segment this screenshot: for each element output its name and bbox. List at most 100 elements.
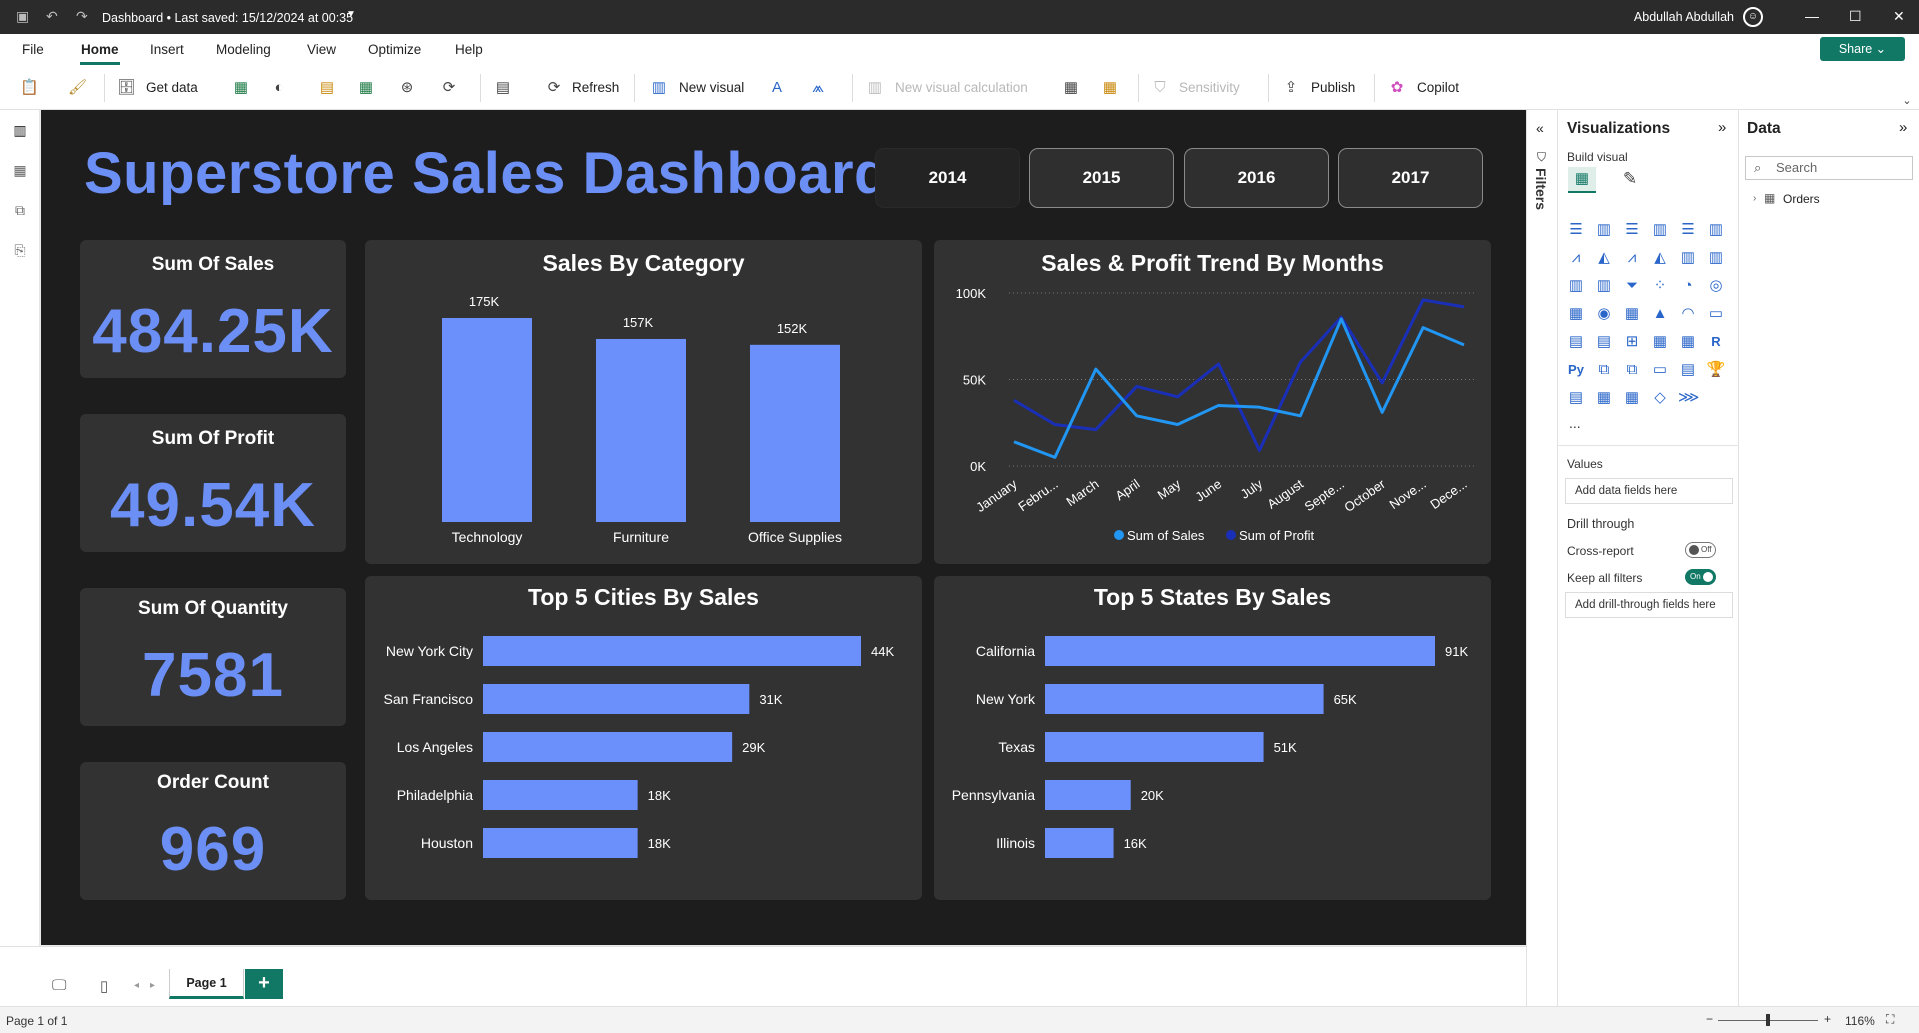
kpi-card-profit[interactable]: Sum Of Profit 49.54K (80, 414, 346, 552)
visual-type-icon[interactable]: ◉ (1594, 304, 1614, 324)
visual-type-icon[interactable]: ⧉ (1594, 360, 1614, 380)
top-cities-chart[interactable]: Top 5 Cities By Sales New York City 44K Sa… (365, 576, 922, 900)
year-slicer-2017[interactable]: 2017 (1338, 148, 1483, 208)
title-dropdown-icon[interactable]: ▼ (346, 9, 356, 20)
publish-icon[interactable]: ⇪ (1282, 79, 1300, 97)
zoom-slider-thumb[interactable] (1766, 1014, 1770, 1026)
visual-type-icon[interactable]: ◭ (1594, 248, 1614, 268)
maximize-icon[interactable]: ☐ (1849, 8, 1862, 25)
visual-type-icon[interactable]: 🏆 (1706, 360, 1726, 380)
visual-type-icon[interactable]: ☰ (1678, 220, 1698, 240)
visual-type-icon[interactable]: ⋙ (1678, 388, 1699, 408)
report-view-icon[interactable]: ▥ (10, 120, 30, 140)
values-field-well[interactable]: Add data fields here (1565, 478, 1733, 504)
refresh-icon[interactable]: ⟳ (545, 79, 563, 97)
prev-page-icon[interactable]: ◂ (134, 980, 139, 991)
onelake-icon[interactable]: ◐ (270, 79, 288, 97)
zoom-in-icon[interactable]: + (1824, 1012, 1831, 1026)
get-data-button[interactable]: Get data (146, 80, 198, 95)
top-states-chart[interactable]: Top 5 States By Sales California 91K New Y… (934, 576, 1491, 900)
publish-button[interactable]: Publish (1311, 80, 1355, 95)
collapse-viz-icon[interactable]: » (1718, 119, 1726, 136)
desktop-layout-icon[interactable]: 🖵 (52, 977, 66, 994)
visual-type-icon[interactable]: ◔ (1678, 276, 1698, 296)
drill-through-field-well[interactable]: Add drill-through fields here (1565, 592, 1733, 618)
visual-type-icon[interactable]: ▥ (1650, 220, 1670, 240)
share-button[interactable]: Share ⌄ (1820, 37, 1905, 61)
data-search-input[interactable]: Search (1745, 156, 1913, 180)
visual-type-icon[interactable]: ◎ (1706, 276, 1726, 296)
enter-data-icon[interactable]: ▦ (357, 79, 375, 97)
visual-type-icon[interactable]: ▤ (1678, 360, 1698, 380)
zoom-level[interactable]: 116% (1845, 1014, 1875, 1028)
visual-type-icon[interactable]: ◇ (1650, 388, 1670, 408)
visual-type-icon[interactable]: ◠ (1678, 304, 1698, 324)
visual-type-icon[interactable]: ▭ (1650, 360, 1670, 380)
excel-icon[interactable]: ▦ (232, 79, 250, 97)
kpi-card-sales[interactable]: Sum Of Sales 484.25K (80, 240, 346, 378)
avatar[interactable]: ☺ (1743, 7, 1763, 27)
menu-home[interactable]: Home (81, 42, 119, 57)
new-visual-button[interactable]: New visual (679, 80, 744, 95)
visual-type-icon[interactable]: ▭ (1706, 304, 1726, 324)
visual-type-icon[interactable]: ▦ (1622, 388, 1642, 408)
kpi-card-quantity[interactable]: Sum Of Quantity 7581 (80, 588, 346, 726)
expand-filters-icon[interactable]: « (1536, 120, 1544, 136)
minimize-icon[interactable]: — (1805, 8, 1819, 24)
get-data-icon[interactable]: 🗄 (117, 79, 136, 97)
transform-data-icon[interactable]: ⟳ (440, 79, 458, 97)
page-tab[interactable]: Page 1 (169, 969, 244, 999)
menu-view[interactable]: View (307, 42, 336, 57)
add-page-button[interactable]: + (245, 969, 283, 999)
visual-type-icon[interactable]: ▲ (1650, 304, 1670, 324)
menu-help[interactable]: Help (455, 42, 483, 57)
visual-type-icon[interactable]: ⧉ (1622, 360, 1642, 380)
copilot-button[interactable]: Copilot (1417, 80, 1459, 95)
visual-type-icon[interactable]: ▦ (1622, 304, 1642, 324)
visual-type-icon[interactable]: ◭ (1650, 248, 1670, 268)
visual-type-icon[interactable]: ▥ (1594, 220, 1614, 240)
model-view-icon[interactable]: ⧉ (10, 200, 30, 220)
undo-icon[interactable]: ↶ (46, 8, 58, 25)
visual-type-icon[interactable]: ⁘ (1650, 276, 1670, 296)
dax-query-icon[interactable]: ⎘ (10, 240, 30, 260)
visual-type-icon[interactable]: ▥ (1706, 248, 1726, 268)
visual-type-icon[interactable]: R (1706, 332, 1726, 352)
kpi-card-orders[interactable]: Order Count 969 (80, 762, 346, 900)
visual-type-icon[interactable]: ▦ (1650, 332, 1670, 352)
visual-type-icon[interactable]: ▦ (1594, 388, 1614, 408)
copilot-icon[interactable]: ✿ (1388, 79, 1406, 97)
text-box-icon[interactable]: A (768, 79, 786, 97)
quick-measure-icon[interactable]: ▦ (1101, 79, 1119, 97)
new-measure-icon[interactable]: ▦ (1062, 79, 1080, 97)
ribbon-collapse-icon[interactable]: ⌄ (1898, 92, 1916, 110)
mobile-layout-icon[interactable]: ▯ (100, 977, 108, 995)
visual-type-icon[interactable]: ▤ (1566, 332, 1586, 352)
sales-profit-trend-chart[interactable]: Sales & Profit Trend By Months 100K 50K 0K… (934, 240, 1491, 564)
format-painter-icon[interactable]: 🖌 (68, 79, 87, 97)
visual-type-icon[interactable]: ▥ (1594, 276, 1614, 296)
visual-type-icon[interactable]: ▥ (1566, 276, 1586, 296)
expand-table-icon[interactable]: › (1753, 193, 1756, 204)
visual-type-icon[interactable]: Py (1566, 360, 1586, 380)
visual-type-icon[interactable]: ▤ (1566, 388, 1586, 408)
visual-type-icon[interactable]: ⩘ (1622, 248, 1642, 268)
filters-pane[interactable]: « ⛉ Filters (1526, 110, 1558, 1006)
close-icon[interactable]: ✕ (1893, 8, 1905, 25)
menu-modeling[interactable]: Modeling (216, 42, 271, 57)
table-view-icon[interactable]: ▦ (10, 160, 30, 180)
user-name[interactable]: Abdullah Abdullah (1634, 10, 1734, 24)
keep-filters-toggle[interactable]: On (1685, 569, 1716, 585)
menu-optimize[interactable]: Optimize (368, 42, 421, 57)
collapse-data-icon[interactable]: » (1899, 119, 1907, 136)
redo-icon[interactable]: ↷ (76, 8, 88, 25)
table-orders[interactable]: Orders (1783, 192, 1820, 206)
document-title[interactable]: Dashboard • Last saved: 15/12/2024 at 00… (102, 11, 353, 25)
visual-type-icon[interactable]: ⊞ (1622, 332, 1642, 352)
next-page-icon[interactable]: ▸ (150, 980, 155, 991)
visual-type-icon[interactable]: ⏷ (1622, 276, 1642, 296)
visual-type-icon[interactable]: ▦ (1566, 304, 1586, 324)
fit-page-icon[interactable]: ⛶ (1886, 1012, 1894, 1027)
save-icon[interactable]: ▣ (16, 8, 29, 25)
build-visual-tab-icon[interactable]: ▦ (1568, 167, 1596, 193)
